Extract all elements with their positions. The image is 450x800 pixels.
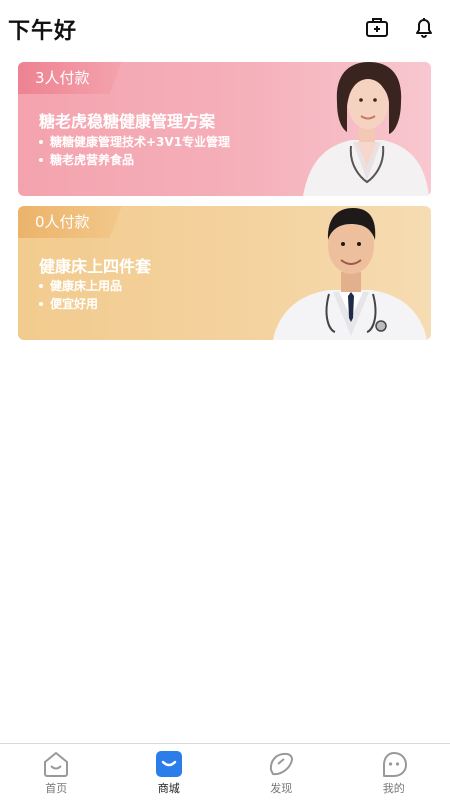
bell-icon[interactable]: [411, 14, 437, 40]
top-header: 下午好: [0, 0, 450, 52]
bullet-dot: [39, 140, 43, 144]
profile-icon: [382, 752, 407, 777]
tab-label: 商城: [157, 782, 180, 795]
feature-item: 便宜好用: [39, 295, 122, 313]
card-title: 糖老虎稳糖健康管理方案: [39, 112, 216, 131]
page-title: 下午好: [8, 19, 78, 44]
feature-item: 糖老虎营养食品: [39, 151, 230, 169]
feature-list: 糖糖健康管理技术+3V1专业管理 糖老虎营养食品: [39, 133, 230, 169]
tab-label: 我的: [382, 782, 405, 795]
tab-discover[interactable]: 发现: [225, 744, 338, 800]
bottom-tab-bar: 首页 商城 发现 我的: [0, 743, 450, 800]
feature-list: 健康床上用品 便宜好用: [39, 277, 122, 313]
payment-count-tag: 3人付款: [18, 62, 122, 94]
bullet-dot: [39, 302, 43, 306]
payment-count-tag: 0人付款: [18, 206, 122, 238]
male-doctor-image: [273, 208, 427, 340]
feature-item: 糖糖健康管理技术+3V1专业管理: [39, 133, 230, 151]
mall-icon: [155, 751, 182, 777]
feature-item: 健康床上用品: [39, 277, 122, 295]
tab-label: 首页: [45, 782, 68, 795]
discover-icon: [270, 752, 294, 776]
product-card-bedding-set[interactable]: 0人付款 健康床上四件套 健康床上用品 便宜好用: [18, 206, 431, 340]
tab-mall[interactable]: 商城: [113, 744, 226, 800]
bullet-dot: [39, 158, 43, 162]
female-doctor-image: [303, 62, 429, 196]
product-card-sugar-plan[interactable]: 3人付款 糖老虎稳糖健康管理方案 糖糖健康管理技术+3V1专业管理 糖老虎营养食…: [18, 62, 431, 196]
tab-profile[interactable]: 我的: [338, 744, 450, 800]
tab-label: 发现: [270, 782, 293, 795]
medkit-icon[interactable]: [364, 14, 390, 40]
bullet-dot: [39, 284, 43, 288]
home-icon: [44, 752, 69, 777]
card-title: 健康床上四件套: [39, 257, 152, 276]
tab-home[interactable]: 首页: [0, 744, 113, 800]
